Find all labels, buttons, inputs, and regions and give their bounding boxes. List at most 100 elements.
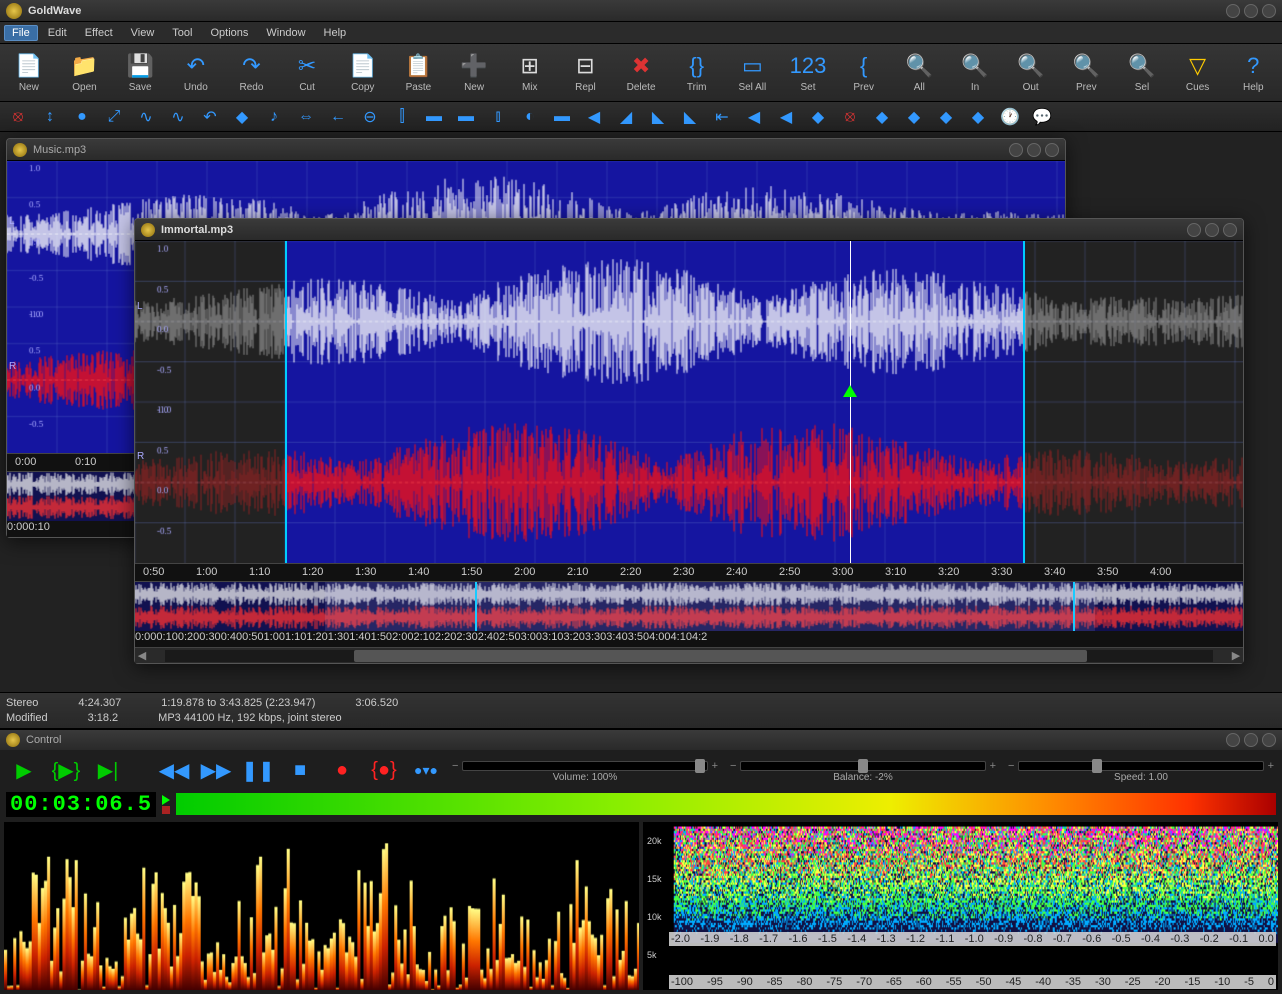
time-ruler[interactable]: 0:501:001:101:201:301:401:502:002:102:20…	[135, 563, 1243, 581]
bal-plus-icon[interactable]: +	[990, 760, 996, 772]
toolbar-cues-button[interactable]: ▽Cues	[1173, 52, 1223, 93]
effect-button-26[interactable]: ⦻	[836, 105, 864, 129]
vol-minus-icon[interactable]: −	[452, 760, 458, 772]
ctl-close[interactable]	[1262, 733, 1276, 747]
menu-help[interactable]: Help	[316, 25, 355, 41]
balance-slider[interactable]	[740, 761, 985, 771]
effect-button-29[interactable]: ◆	[932, 105, 960, 129]
effect-button-4[interactable]: ∿	[132, 105, 160, 129]
doc-min[interactable]	[1009, 143, 1023, 157]
effect-button-31[interactable]: 🕐	[996, 105, 1024, 129]
effect-button-5[interactable]: ∿	[164, 105, 192, 129]
menu-file[interactable]: File	[4, 25, 38, 41]
effect-button-14[interactable]: ▬	[452, 105, 480, 129]
waveform-area[interactable]: L R	[135, 241, 1243, 563]
speed-slider[interactable]	[1018, 761, 1263, 771]
effect-button-23[interactable]: ◀	[740, 105, 768, 129]
effect-button-32[interactable]: 💬	[1028, 105, 1056, 129]
effect-button-21[interactable]: ◣	[676, 105, 704, 129]
doc-max[interactable]	[1205, 223, 1219, 237]
effect-button-0[interactable]: ⦻	[4, 105, 32, 129]
effect-button-17[interactable]: ▬	[548, 105, 576, 129]
status-length[interactable]: 4:24.307	[78, 697, 121, 709]
menu-window[interactable]: Window	[258, 25, 313, 41]
forward-button[interactable]: ▶▶	[200, 756, 232, 784]
status-selection[interactable]: 1:19.878 to 3:43.825 (2:23.947)	[161, 697, 315, 709]
effect-button-22[interactable]: ⇤	[708, 105, 736, 129]
record-button[interactable]: ●	[326, 756, 358, 784]
overview[interactable]	[135, 581, 1243, 631]
toolbar-pnew-button[interactable]: ➕New	[449, 52, 499, 93]
doc-titlebar[interactable]: Immortal.mp3	[135, 219, 1243, 241]
effect-button-13[interactable]: ▬	[420, 105, 448, 129]
toolbar-mix-button[interactable]: ⊞Mix	[505, 52, 555, 93]
record-selection-button[interactable]: {●}	[368, 756, 400, 784]
minimize-button[interactable]	[1226, 4, 1240, 18]
status-zoom[interactable]: 3:18.2	[88, 712, 119, 724]
effect-button-12[interactable]: ⫿	[388, 105, 416, 129]
document-window-immortal[interactable]: Immortal.mp3 L R 0:501:001:101:201:301:4…	[134, 218, 1244, 664]
play-loop-button[interactable]: ▶|	[92, 756, 124, 784]
overview-ruler[interactable]: 0:000:100:200:300:400:501:001:101:201:30…	[135, 631, 1243, 647]
status-format[interactable]: MP3 44100 Hz, 192 kbps, joint stereo	[158, 712, 341, 724]
control-titlebar[interactable]: Control	[0, 730, 1282, 750]
toolbar-repl-button[interactable]: ⊟Repl	[561, 52, 611, 93]
toolbar-new-button[interactable]: 📄New	[4, 52, 54, 93]
properties-button[interactable]: ●▾●	[410, 756, 442, 784]
ctl-max[interactable]	[1244, 733, 1258, 747]
status-position[interactable]: 3:06.520	[355, 697, 398, 709]
effect-button-16[interactable]: ◐	[516, 105, 544, 129]
stop-button[interactable]: ■	[284, 756, 316, 784]
spectrum-flame-visualizer[interactable]	[4, 822, 639, 990]
effect-button-3[interactable]: ⤢	[100, 105, 128, 129]
doc-close[interactable]	[1223, 223, 1237, 237]
doc-min[interactable]	[1187, 223, 1201, 237]
rewind-button[interactable]: ◀◀	[158, 756, 190, 784]
toolbar-delete-button[interactable]: ✖Delete	[616, 52, 666, 93]
toolbar-zprev-button[interactable]: 🔍Prev	[1061, 52, 1111, 93]
effect-button-9[interactable]: ⇔	[292, 105, 320, 129]
doc-max[interactable]	[1027, 143, 1041, 157]
toolbar-open-button[interactable]: 📁Open	[60, 52, 110, 93]
effect-button-6[interactable]: ↶	[196, 105, 224, 129]
vol-plus-icon[interactable]: +	[712, 760, 718, 772]
effect-button-24[interactable]: ◀	[772, 105, 800, 129]
pause-button[interactable]: ❚❚	[242, 756, 274, 784]
effect-button-1[interactable]: ↕	[36, 105, 64, 129]
menu-options[interactable]: Options	[202, 25, 256, 41]
scroll-right-icon[interactable]: ▶	[1229, 649, 1243, 662]
toolbar-cut-button[interactable]: ✂Cut	[282, 52, 332, 93]
toolbar-set-button[interactable]: 123Set	[783, 52, 833, 93]
effect-button-2[interactable]: ●	[68, 105, 96, 129]
effect-button-10[interactable]: ←	[324, 105, 352, 129]
bal-minus-icon[interactable]: −	[730, 760, 736, 772]
toolbar-prev-button[interactable]: {Prev	[839, 52, 889, 93]
toolbar-help-button[interactable]: ?Help	[1228, 52, 1278, 93]
effect-button-15[interactable]: ⫾	[484, 105, 512, 129]
effect-button-19[interactable]: ◢	[612, 105, 640, 129]
status-channels[interactable]: Stereo	[6, 697, 38, 709]
effect-button-25[interactable]: ◆	[804, 105, 832, 129]
menu-effect[interactable]: Effect	[77, 25, 121, 41]
doc-close[interactable]	[1045, 143, 1059, 157]
toolbar-redo-button[interactable]: ↷Redo	[227, 52, 277, 93]
horizontal-scrollbar[interactable]: ◀ ▶	[135, 647, 1243, 663]
effect-button-7[interactable]: ◆	[228, 105, 256, 129]
menu-tool[interactable]: Tool	[164, 25, 200, 41]
effect-button-18[interactable]: ◀	[580, 105, 608, 129]
effect-button-8[interactable]: ♪	[260, 105, 288, 129]
toolbar-in-button[interactable]: 🔍In	[950, 52, 1000, 93]
toolbar-sel-button[interactable]: 🔍Sel	[1117, 52, 1167, 93]
toolbar-all-button[interactable]: 🔍All	[895, 52, 945, 93]
toolbar-undo-button[interactable]: ↶Undo	[171, 52, 221, 93]
doc-titlebar[interactable]: Music.mp3	[7, 139, 1065, 161]
toolbar-trim-button[interactable]: {}Trim	[672, 52, 722, 93]
toolbar-save-button[interactable]: 💾Save	[115, 52, 165, 93]
effect-button-20[interactable]: ◣	[644, 105, 672, 129]
menu-view[interactable]: View	[123, 25, 163, 41]
spectrogram-visualizer[interactable]: 20k15k10k5k -2.0-1.9-1.8-1.7-1.6-1.5-1.4…	[643, 822, 1278, 990]
effect-button-27[interactable]: ◆	[868, 105, 896, 129]
play-button[interactable]: ▶	[8, 756, 40, 784]
play-selection-button[interactable]: {▶}	[50, 756, 82, 784]
volume-slider[interactable]	[462, 761, 707, 771]
